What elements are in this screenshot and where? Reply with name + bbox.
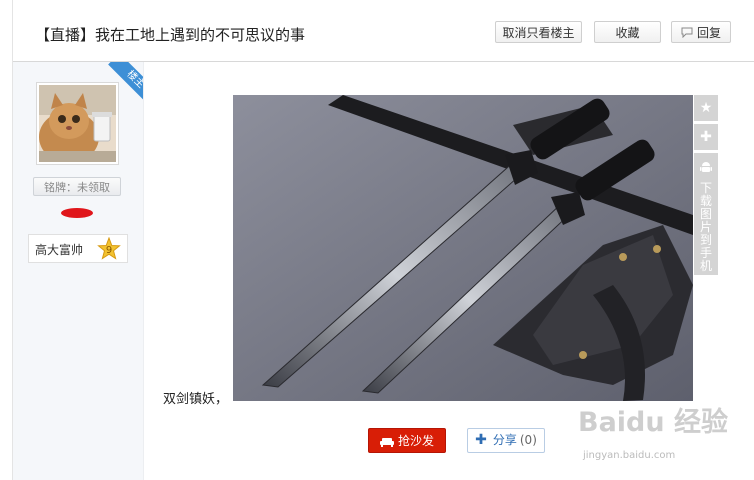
post-header: 【直播】我在工地上遇到的不可思议的事 取消只看楼主 收藏 回复	[13, 7, 754, 62]
level-name: 高大富帅	[35, 243, 84, 257]
share-plus-icon: ✚	[475, 432, 487, 448]
baidu-watermark: Baidu 经验 jingyan.baidu.com	[575, 398, 735, 468]
share-label: 分享	[492, 433, 517, 447]
post-image[interactable]	[233, 95, 693, 401]
plus-icon[interactable]: ✚	[694, 124, 718, 150]
page-title: 【直播】我在工地上遇到的不可思议的事	[35, 26, 306, 44]
download-label: 下载图片到手机	[700, 181, 713, 273]
author-sidebar: 楼主 铭牌：未领取 高大富帅 9	[13, 62, 144, 480]
level-number: 9	[106, 245, 112, 256]
watermark-url: jingyan.baidu.com	[583, 450, 676, 461]
watermark-brand: Baidu 经验	[578, 407, 729, 438]
post-caption: 双剑镇妖，	[163, 392, 229, 407]
user-level[interactable]: 高大富帅 9	[28, 234, 128, 263]
reply-label: 回复	[696, 26, 721, 40]
android-icon	[700, 162, 712, 172]
image-tools: ★ ✚ 下载图片到手机	[694, 95, 718, 278]
reply-button[interactable]: 回复	[671, 21, 731, 43]
sofa-icon	[379, 437, 394, 447]
favorite-button[interactable]: 收藏	[594, 21, 661, 43]
share-button[interactable]: ✚ 分享 (0)	[467, 428, 545, 453]
star-icon[interactable]: ★	[694, 95, 718, 121]
only-op-button[interactable]: 取消只看楼主	[495, 21, 582, 43]
download-to-phone-button[interactable]: 下载图片到手机	[694, 153, 718, 275]
avatar[interactable]	[36, 82, 119, 165]
share-count: (0)	[519, 433, 537, 447]
grab-sofa-button[interactable]: 抢沙发	[368, 428, 446, 453]
reply-icon	[681, 23, 693, 45]
redacted-username-mark	[61, 208, 93, 218]
nameplate-button[interactable]: 铭牌：未领取	[33, 177, 121, 196]
level-star-icon: 9	[97, 237, 121, 260]
sofa-label: 抢沙发	[397, 434, 434, 448]
